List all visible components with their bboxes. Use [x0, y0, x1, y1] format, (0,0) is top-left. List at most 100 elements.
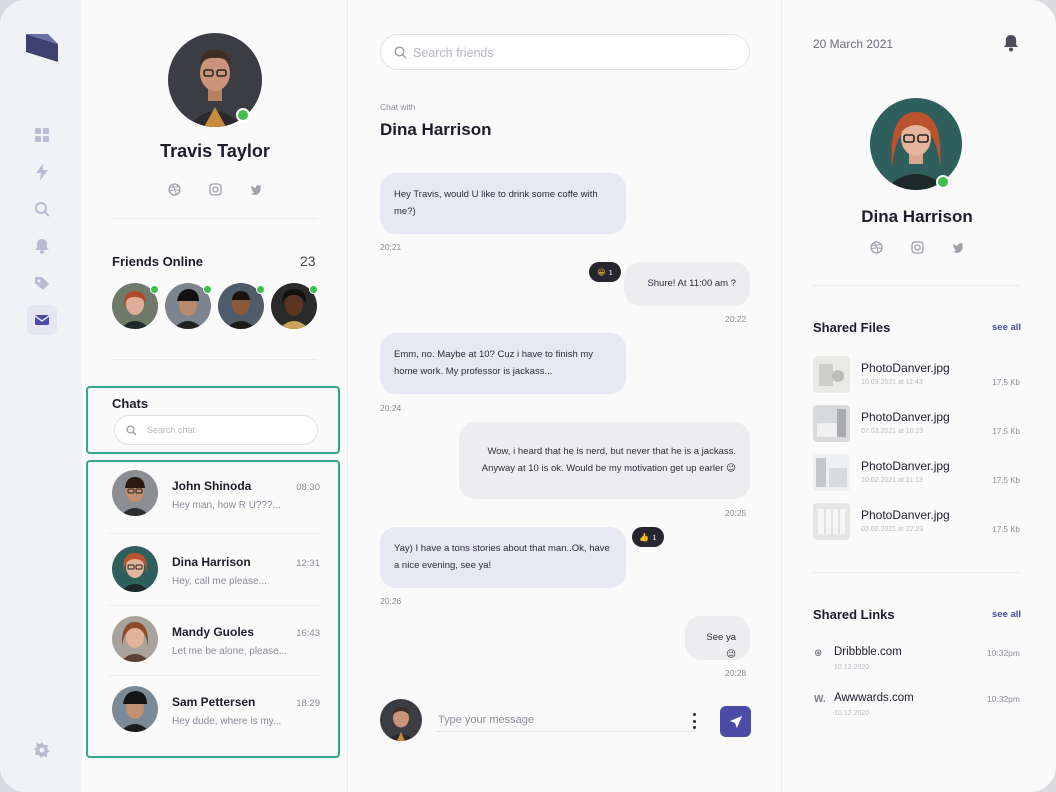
- profile-name: Travis Taylor: [160, 141, 270, 161]
- logo-icon[interactable]: [26, 34, 58, 62]
- shared-links-see-all-link[interactable]: see all: [992, 609, 1021, 620]
- contact-avatar[interactable]: [870, 98, 962, 190]
- message-text: Shure! At 11:00 am ?: [647, 278, 736, 289]
- chats-title: Chats: [112, 396, 149, 411]
- shared-link-item[interactable]: W. Awwwards.com 10.12.2020 10:32pm: [812, 690, 1022, 724]
- chat-list: John Shinoda Hey man, how R U???... 08:3…: [86, 460, 340, 758]
- file-name: PhotoDanver.jpg: [861, 459, 950, 473]
- message-bubble-outgoing[interactable]: Wow, i heard that he is nerd, but never …: [459, 422, 750, 499]
- contact-socials: [782, 241, 1052, 254]
- message-text: Yay) I have a tons stories about that ma…: [394, 543, 610, 554]
- divider: [108, 605, 320, 606]
- chat-list-item[interactable]: John Shinoda Hey man, how R U???... 08:3…: [108, 466, 320, 530]
- chat-preview: Hey, call me please...: [172, 576, 267, 587]
- message-text: Hey Travis, would U like to drink some c…: [394, 189, 598, 200]
- message-time: 20:26: [380, 596, 402, 606]
- message-time: 20:28: [725, 668, 747, 678]
- online-dot: [309, 285, 318, 294]
- search-friends-input[interactable]: Search friends: [380, 34, 750, 70]
- online-dot: [150, 285, 159, 294]
- bolt-icon[interactable]: [27, 157, 57, 187]
- shared-file-item[interactable]: PhotoDanver.jpg 10.03.2021 at 11:43 17.5…: [812, 355, 1022, 395]
- more-options-icon[interactable]: [691, 713, 697, 729]
- file-thumbnail: [813, 356, 850, 393]
- message-reaction[interactable]: 😀 1: [589, 262, 621, 282]
- message-text: Anyway at 10 is ok. Would be my motivati…: [481, 463, 736, 474]
- settings-icon[interactable]: [27, 735, 57, 765]
- message-text: a nice evening, see ya!: [394, 560, 492, 571]
- chat-search-placeholder: Search chat: [147, 425, 196, 435]
- online-status-dot: [936, 175, 950, 189]
- send-button[interactable]: [720, 706, 751, 737]
- message-bubble-incoming[interactable]: Hey Travis, would U like to drink some c…: [380, 173, 626, 234]
- reaction-count: 1: [652, 532, 657, 542]
- current-date: 20 March 2021: [813, 37, 894, 51]
- message-text: me?): [394, 206, 416, 217]
- search-friends-placeholder: Search friends: [413, 46, 494, 60]
- file-name: PhotoDanver.jpg: [861, 508, 950, 522]
- chat-contact-name: Dina Harrison: [172, 555, 251, 569]
- shared-links-title: Shared Links: [813, 607, 895, 622]
- shared-file-item[interactable]: PhotoDanver.jpg 10.02.2021 at 11:13 17.5…: [812, 453, 1022, 493]
- link-date: 10.12.2020: [834, 710, 870, 717]
- awwwards-icon: W.: [814, 694, 826, 705]
- message-bubble-incoming[interactable]: Emm, no. Maybe at 10? Cuz i have to fini…: [380, 333, 626, 394]
- chat-list-item[interactable]: Dina Harrison Hey, call me please... 12:…: [108, 542, 320, 606]
- file-size: 17.5 Kb: [992, 525, 1020, 534]
- chat-time: 18:29: [296, 698, 320, 709]
- message-time: 20:22: [725, 314, 747, 324]
- message-reaction[interactable]: 👍 1: [632, 527, 664, 547]
- chat-search-input[interactable]: Search chat: [114, 415, 318, 445]
- dribbble-icon[interactable]: [869, 241, 883, 254]
- message-text: See ya😉: [706, 632, 736, 660]
- online-dot: [256, 285, 265, 294]
- twitter-icon[interactable]: [250, 183, 263, 196]
- my-avatar: [380, 699, 422, 741]
- shared-file-item[interactable]: PhotoDanver.jpg 02.02.2021 at 22:23 17.5…: [812, 502, 1022, 542]
- chat-time: 12:31: [296, 558, 320, 569]
- message-time: 20:21: [380, 242, 402, 252]
- icon-sidebar: [0, 0, 82, 792]
- chat-contact-name: John Shinoda: [172, 479, 252, 493]
- file-date: 02.02.2021 at 22:23: [861, 526, 924, 533]
- dribbble-icon[interactable]: [167, 183, 181, 196]
- file-date: 07.03.2021 at 10:23: [861, 428, 924, 435]
- link-time: 10:32pm: [986, 648, 1020, 658]
- chat-contact-name: Mandy Guoles: [172, 625, 255, 639]
- notification-bell-icon[interactable]: [1003, 34, 1019, 52]
- shared-file-item[interactable]: PhotoDanver.jpg 07.03.2021 at 10:23 17.5…: [812, 404, 1022, 444]
- instagram-icon[interactable]: [208, 183, 222, 196]
- chat-with-label: Chat with: [380, 102, 416, 112]
- message-bubble-incoming[interactable]: Yay) I have a tons stories about that ma…: [380, 527, 626, 588]
- divider: [812, 285, 1020, 286]
- message-time: 20:25: [725, 508, 747, 518]
- tag-icon[interactable]: [27, 268, 57, 298]
- file-size: 17.5 Kb: [992, 476, 1020, 485]
- bell-icon[interactable]: [27, 231, 57, 261]
- file-name: PhotoDanver.jpg: [861, 410, 950, 424]
- profile-socials: [82, 183, 348, 196]
- shared-link-item[interactable]: ⊛ Dribbble.com 10.12.2020 10:32pm: [812, 644, 1022, 678]
- twitter-icon[interactable]: [952, 241, 965, 254]
- mail-icon[interactable]: [27, 305, 57, 335]
- conversation-panel: Search friends Chat with Dina Harrison H…: [348, 0, 782, 792]
- message-bubble-outgoing[interactable]: Shure! At 11:00 am ?: [624, 262, 750, 306]
- file-thumbnail: [813, 405, 850, 442]
- friends-online-count: 23: [300, 253, 316, 269]
- message-input[interactable]: Type your message: [436, 710, 696, 732]
- chat-time: 16:43: [296, 628, 320, 639]
- shared-files-see-all-link[interactable]: see all: [992, 322, 1021, 333]
- link-title: Awwwards.com: [834, 692, 914, 704]
- chat-list-item[interactable]: Sam Pettersen Hey dude, where is my... 1…: [108, 682, 320, 746]
- messenger-app: Travis Taylor Friends Online 23 Chats Se…: [0, 0, 1056, 792]
- conversation-title: Dina Harrison: [380, 120, 492, 139]
- search-icon[interactable]: [27, 194, 57, 224]
- file-date: 10.03.2021 at 11:43: [861, 379, 923, 386]
- message-time: 20:24: [380, 403, 402, 413]
- instagram-icon[interactable]: [910, 241, 924, 254]
- chat-time: 08:30: [296, 482, 320, 493]
- avatar: [112, 546, 158, 592]
- message-bubble-outgoing[interactable]: See ya😉: [685, 616, 750, 660]
- chat-list-item[interactable]: Mandy Guoles Let me be alone, please... …: [108, 612, 320, 676]
- grid-icon[interactable]: [27, 120, 57, 150]
